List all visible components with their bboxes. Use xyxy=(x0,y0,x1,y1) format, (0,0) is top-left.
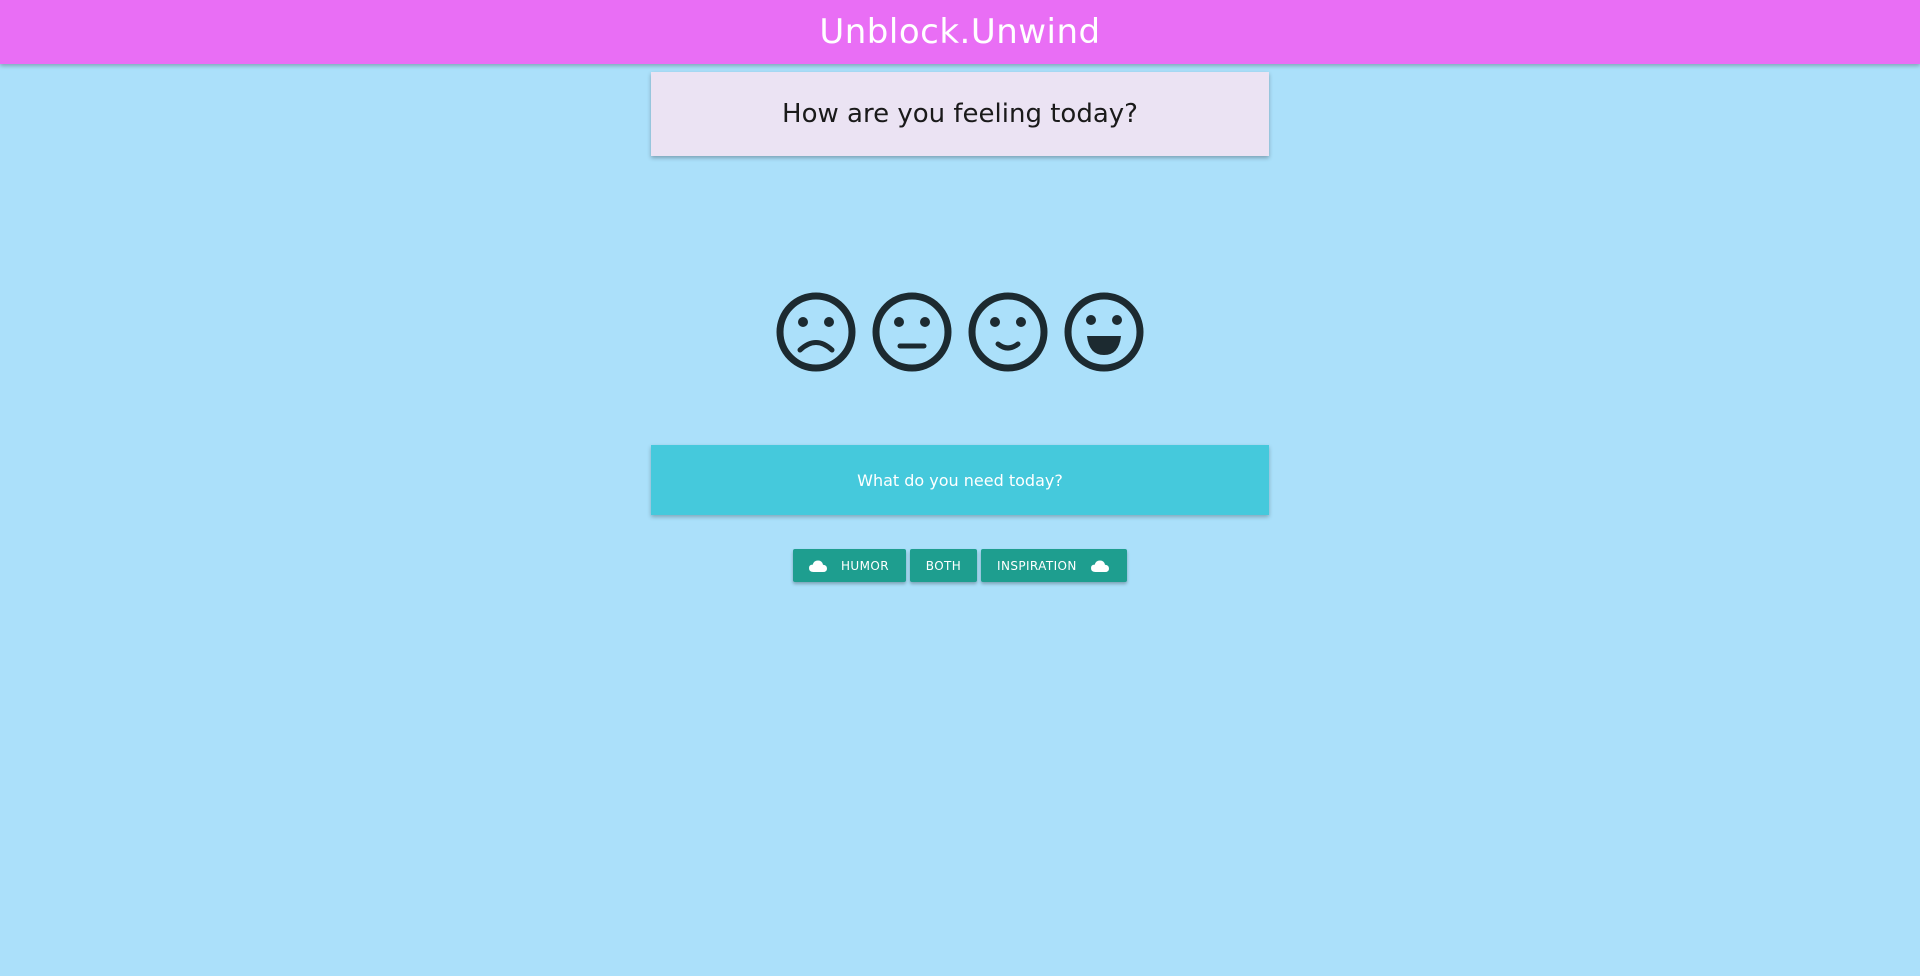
app-header: Unblock.Unwind xyxy=(0,0,1920,64)
need-question-card: What do you need today? xyxy=(651,445,1269,515)
need-button-group: HUMOR BOTH INSPIRATION xyxy=(793,549,1127,582)
app-title: Unblock.Unwind xyxy=(819,12,1101,52)
cloud-icon xyxy=(809,560,827,572)
inspiration-button[interactable]: INSPIRATION xyxy=(981,549,1127,582)
both-button[interactable]: BOTH xyxy=(910,549,977,582)
slight-smile-face-icon[interactable] xyxy=(966,290,1050,374)
inspiration-button-label: INSPIRATION xyxy=(997,558,1077,573)
cloud-icon xyxy=(1090,560,1109,572)
grin-face-icon[interactable] xyxy=(1062,290,1146,374)
humor-button-label: HUMOR xyxy=(841,558,889,573)
feeling-question-card: How are you feeling today? xyxy=(651,72,1269,156)
neutral-face-icon[interactable] xyxy=(870,290,954,374)
sad-face-icon[interactable] xyxy=(774,290,858,374)
feeling-question: How are you feeling today? xyxy=(782,99,1138,129)
both-button-label: BOTH xyxy=(925,558,962,573)
humor-button[interactable]: HUMOR xyxy=(793,549,906,582)
mood-selector xyxy=(774,290,1146,374)
need-question: What do you need today? xyxy=(857,470,1063,490)
